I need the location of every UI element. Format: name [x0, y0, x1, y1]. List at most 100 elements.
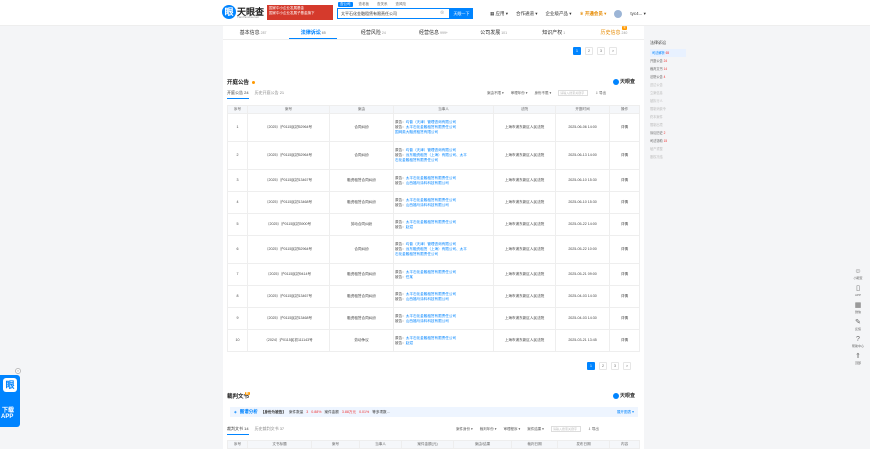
party-name-link[interactable]: 均普（天津）管理咨询有限公司 — [406, 120, 456, 124]
feedback-button[interactable]: ✎ 反馈 — [849, 319, 867, 331]
search-button[interactable]: 天眼一下 — [450, 8, 473, 19]
sidebar-item[interactable]: 限制消费令 — [650, 105, 686, 113]
sidebar-item[interactable]: 司法解析 65 — [650, 49, 686, 57]
party-line[interactable]: 石化金融租赁有限责任公司 — [395, 158, 492, 163]
sidebar-item[interactable]: 立案信息 — [650, 89, 686, 97]
sidebar-item[interactable]: 诉讼历史 2 — [650, 129, 686, 137]
filter-year[interactable]: 审理年份 ▾ — [511, 91, 528, 96]
party-line[interactable]: 国网英大融资租赁有限公司 — [395, 130, 492, 135]
party-line[interactable]: 被告：山西福马涂料科技有限公司 — [395, 297, 492, 302]
column-header[interactable]: 发布日期 — [557, 440, 610, 449]
party-name-link[interactable]: 山西福马涂料科技有限公司 — [406, 319, 449, 323]
tab-history[interactable]: 新历史信息240 — [584, 26, 644, 39]
detail-link[interactable]: 详情 — [609, 285, 640, 308]
case-number-link[interactable]: （2025）沪0115民初52964号 — [247, 141, 330, 170]
filter-procedure[interactable]: 审理程序 ▾ — [503, 427, 520, 432]
sidebar-item[interactable]: 限制出境 — [650, 121, 686, 129]
detail-link[interactable]: 详情 — [609, 113, 640, 142]
page-button[interactable]: 1 — [573, 47, 581, 55]
party-name-link[interactable]: 太平石化金融租赁有限责任公司 — [406, 336, 456, 340]
filter-result[interactable]: 案件结果 ▾ — [527, 427, 544, 432]
search-tab-boss[interactable]: 查老板 — [357, 2, 372, 7]
case-number-link[interactable]: （2025）沪0115民初9414号 — [247, 263, 330, 286]
page-button[interactable]: 2 — [585, 47, 593, 55]
download-app-panel[interactable]: 眼 下载 APP — [0, 375, 20, 427]
party-line[interactable]: 被告：山西福马涂料科技有限公司 — [395, 319, 492, 324]
case-number-link[interactable]: （2025）沪0115民初3900号 — [247, 213, 330, 236]
tab-business-info[interactable]: 经营信息999+ — [403, 26, 463, 39]
sidebar-item[interactable]: 股权冻结 — [650, 153, 686, 161]
party-name-link[interactable]: 太平石化金融租赁有限责任公司 — [406, 176, 456, 180]
top-button[interactable]: ⇑ 顶部 — [849, 353, 867, 365]
detail-link[interactable]: 详情 — [609, 169, 640, 192]
case-number-link[interactable]: （2025）沪0115民初13467号 — [247, 285, 330, 308]
robot-button[interactable]: ☺ 小眼查 — [849, 268, 867, 280]
party-line[interactable]: 被告：赵斌 — [395, 341, 492, 346]
case-number-link[interactable]: （2025）沪0115民初13468号 — [247, 191, 330, 214]
sidebar-item[interactable]: 被执行人 — [650, 97, 686, 105]
party-name-link[interactable]: 国网英大融资租赁有限公司 — [395, 130, 438, 134]
close-icon[interactable]: × — [15, 368, 21, 374]
nav-apps[interactable]: ▦ 应用 ▾ — [490, 11, 508, 17]
detail-link[interactable]: 详情 — [609, 263, 640, 286]
sidebar-item[interactable]: 开庭公告 24 — [650, 57, 686, 65]
next-page-button[interactable]: > — [609, 47, 617, 55]
detail-link[interactable]: 详情 — [609, 191, 640, 214]
export-button[interactable]: ⇩ 导出 — [588, 427, 599, 432]
help-button[interactable]: ? 帮助中心 — [849, 336, 867, 348]
party-name-link[interactable]: 山西福马涂料科技有限公司 — [406, 181, 449, 185]
tab-development[interactable]: 公司发展101 — [464, 26, 524, 39]
subtab-history-judgment[interactable]: 历史裁判文书 37 — [255, 426, 285, 435]
page-button[interactable]: 2 — [599, 362, 607, 370]
promo-banner[interactable]: 国家中小企业发展基金 国家中小企业发展子基金旗下 — [267, 5, 333, 20]
clear-icon[interactable]: ⊗ — [440, 10, 444, 16]
info-dot-icon[interactable] — [252, 81, 256, 85]
party-name-link[interactable]: 太平石化金融租赁有限责任公司 — [406, 198, 456, 202]
table-search-input[interactable]: 请输入搜索关键字 — [558, 90, 589, 96]
detail-link[interactable]: 详情 — [609, 213, 640, 236]
nav-enterprise[interactable]: 企业级产品 ▾ — [546, 11, 572, 17]
filter-year[interactable]: 裁判年份 ▾ — [480, 427, 497, 432]
party-line[interactable]: 石化金融租赁有限责任公司 — [395, 252, 492, 257]
filter-identity[interactable]: 案件身份 ▾ — [456, 427, 473, 432]
party-name-link[interactable]: 任某 — [406, 275, 413, 279]
party-name-link[interactable]: 石化金融租赁有限责任公司 — [395, 158, 438, 162]
column-header[interactable]: 案件金额(元) — [401, 440, 454, 449]
table-search-input[interactable]: 请输入搜索关键字 — [550, 426, 581, 432]
search-input[interactable]: 太平石化金融租赁有限责任公司 — [337, 8, 450, 19]
sidebar-item[interactable]: 裁判文书 14 — [650, 65, 686, 73]
sidebar-item[interactable]: 送达公告 — [650, 81, 686, 89]
party-name-link[interactable]: 石化金融租赁有限责任公司 — [395, 252, 438, 256]
column-header[interactable]: 裁判日期 — [511, 440, 558, 449]
sidebar-item[interactable]: 破产重整 — [650, 145, 686, 153]
party-line[interactable]: 被告：赵斌 — [395, 225, 492, 230]
party-name-link[interactable]: 太平石化金融租赁有限责任公司 — [406, 270, 456, 274]
search-tab-risk[interactable]: 查风险 — [394, 2, 409, 7]
search-tab-relation[interactable]: 查关系 — [375, 2, 390, 7]
party-line[interactable]: 被告：任某 — [395, 275, 492, 280]
party-line[interactable]: 被告：山西福马涂料科技有限公司 — [395, 203, 492, 208]
detail-link[interactable]: 详情 — [609, 141, 640, 170]
filter-role[interactable]: 身份不限 ▾ — [534, 91, 551, 96]
case-number-link[interactable]: （2025）沪0115民初52964号 — [247, 235, 330, 264]
subtab-judgment[interactable]: 裁判文书 14 — [227, 426, 249, 435]
sidebar-item[interactable]: 法院公告 4 — [650, 73, 686, 81]
export-button[interactable]: ⇩ 导出 — [595, 91, 606, 96]
phone-button[interactable]: ▯ APP — [849, 285, 867, 297]
party-name-link[interactable]: 太平石化金融租赁有限责任公司 — [406, 314, 456, 318]
case-number-link[interactable]: （2024）沪0115民初111143号 — [247, 329, 330, 352]
expand-chart-button[interactable]: 展开图表 ▾ — [617, 410, 634, 415]
avatar[interactable] — [614, 10, 623, 18]
tab-business-risk[interactable]: 经营风险24 — [343, 26, 403, 39]
logo[interactable]: 眼 天眼查 TianYancha.com — [222, 5, 266, 21]
page-button[interactable]: 1 — [587, 362, 595, 370]
page-button[interactable]: 3 — [597, 47, 605, 55]
tab-legal[interactable]: 法律诉讼65 — [283, 26, 343, 39]
nav-vip[interactable]: ♛ 开通会员 ▾ — [580, 11, 607, 17]
detail-link[interactable]: 详情 — [609, 329, 640, 352]
party-name-link[interactable]: 远东融资租赁（上海）有限公司、太平 — [406, 247, 467, 251]
sidebar-item[interactable]: 司法协助 15 — [650, 137, 686, 145]
page-button[interactable]: 3 — [611, 362, 619, 370]
case-number-link[interactable]: （2025）沪0115民初52964号 — [247, 113, 330, 142]
party-name-link[interactable]: 山西福马涂料科技有限公司 — [406, 203, 449, 207]
